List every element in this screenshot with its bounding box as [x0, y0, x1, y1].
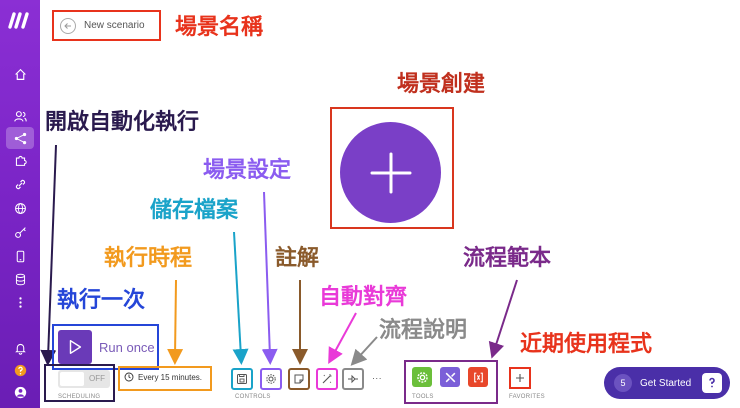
plus-icon — [516, 374, 524, 382]
scheduling-toggle[interactable]: OFF — [58, 370, 110, 388]
more-vertical-icon — [18, 296, 22, 308]
plus-icon — [370, 152, 411, 193]
share-icon — [14, 132, 26, 144]
save-button[interactable] — [231, 368, 253, 390]
flow-explain-icon — [348, 374, 358, 384]
flow-explain-button[interactable] — [342, 368, 364, 390]
get-started-count: 5 — [614, 374, 632, 392]
sidebar-item-keys[interactable] — [6, 221, 34, 243]
save-icon — [237, 374, 247, 384]
arrow-flow-explain — [350, 336, 378, 366]
annotation-flow-explain: 流程說明 — [379, 318, 468, 343]
tools-label: TOOLS — [412, 394, 434, 400]
toggle-knob — [60, 372, 84, 386]
clock-icon — [124, 372, 134, 382]
get-started-icon — [702, 373, 722, 393]
tools-gear-icon — [416, 371, 428, 383]
flow-control-icon — [445, 372, 455, 382]
note-icon — [294, 374, 304, 384]
tools-button[interactable] — [412, 367, 432, 387]
sidebar-item-templates[interactable] — [6, 149, 34, 171]
arrow-scenario-settings — [261, 191, 278, 365]
run-once-button[interactable] — [58, 330, 92, 364]
arrow-save-file — [232, 231, 249, 365]
arrow-auto-align — [328, 312, 357, 365]
annotation-auto-align: 自動對齊 — [319, 285, 408, 310]
sidebar-item-help[interactable] — [6, 359, 34, 381]
sidebar-item-webhooks[interactable] — [6, 197, 34, 219]
key-icon — [14, 226, 26, 238]
schedule-button[interactable]: Every 15 minutes. — [124, 372, 202, 382]
scenario-name[interactable]: New scenario — [84, 20, 145, 31]
scheduling-label: SCHEDULING — [58, 394, 101, 400]
sidebar-item-devices[interactable] — [6, 245, 34, 267]
avatar[interactable] — [6, 381, 34, 403]
sidebar-item-team[interactable] — [6, 105, 34, 127]
create-scenario-button[interactable] — [340, 122, 441, 223]
annotation-scenario-create: 場景創建 — [397, 72, 486, 97]
annotation-enable-auto-run: 開啟自動化執行 — [45, 110, 200, 135]
scenario-name-box: New scenario — [52, 10, 161, 41]
sidebar-item-notifications[interactable] — [6, 337, 34, 359]
sidebar-item-connections[interactable] — [6, 173, 34, 195]
link-icon — [15, 179, 25, 189]
sidebar-item-home[interactable] — [6, 63, 34, 85]
add-favorite-button[interactable] — [509, 367, 531, 389]
sidebar-item-scenarios[interactable] — [6, 127, 34, 149]
notes-button[interactable] — [288, 368, 310, 390]
arrow-run-schedule — [167, 279, 184, 365]
toggle-state: OFF — [89, 374, 105, 383]
annotation-scenario-name: 場景名稱 — [175, 15, 264, 40]
database-icon — [15, 273, 25, 285]
annotation-run-once: 執行一次 — [57, 288, 146, 313]
schedule-value: Every 15 minutes. — [138, 372, 203, 382]
arrow-flow-template — [488, 279, 518, 359]
controls-label: CONTROLS — [235, 394, 271, 400]
get-started-button[interactable]: 5 Get Started — [604, 367, 730, 399]
home-icon — [14, 68, 26, 80]
annotation-scenario-settings: 場景設定 — [203, 158, 292, 183]
favorites-label: FAVORITES — [509, 394, 545, 400]
arrow-left-icon — [64, 22, 71, 29]
flow-control-button[interactable] — [440, 367, 460, 387]
play-icon — [69, 339, 82, 355]
annotation-recent-apps: 近期使用程式 — [520, 332, 653, 357]
bell-icon — [14, 343, 26, 355]
more-button[interactable]: ··· — [372, 373, 382, 383]
annotation-run-schedule: 執行時程 — [104, 246, 193, 271]
annotation-notes: 註解 — [275, 246, 320, 271]
settings-button[interactable] — [260, 368, 282, 390]
magic-wand-icon — [322, 374, 332, 384]
text-parser-button[interactable] — [468, 367, 488, 387]
text-parser-icon — [473, 372, 483, 382]
sidebar-item-more[interactable] — [6, 291, 34, 313]
globe-icon — [14, 202, 26, 214]
help-icon — [14, 364, 26, 376]
run-once-label[interactable]: Run once — [99, 340, 155, 355]
back-button[interactable] — [60, 17, 76, 34]
users-icon — [13, 110, 27, 122]
make-logo[interactable] — [8, 10, 32, 30]
settings-icon — [266, 374, 276, 384]
sidebar — [0, 0, 40, 408]
annotation-flow-template: 流程範本 — [463, 246, 552, 271]
phone-icon — [16, 250, 24, 262]
sidebar-item-datastores[interactable] — [6, 268, 34, 290]
auto-align-button[interactable] — [316, 368, 338, 390]
avatar-icon — [14, 386, 26, 398]
annotation-save-file: 儲存檔案 — [150, 198, 239, 223]
get-started-label: Get Started — [640, 377, 692, 389]
puzzle-icon — [15, 155, 27, 166]
